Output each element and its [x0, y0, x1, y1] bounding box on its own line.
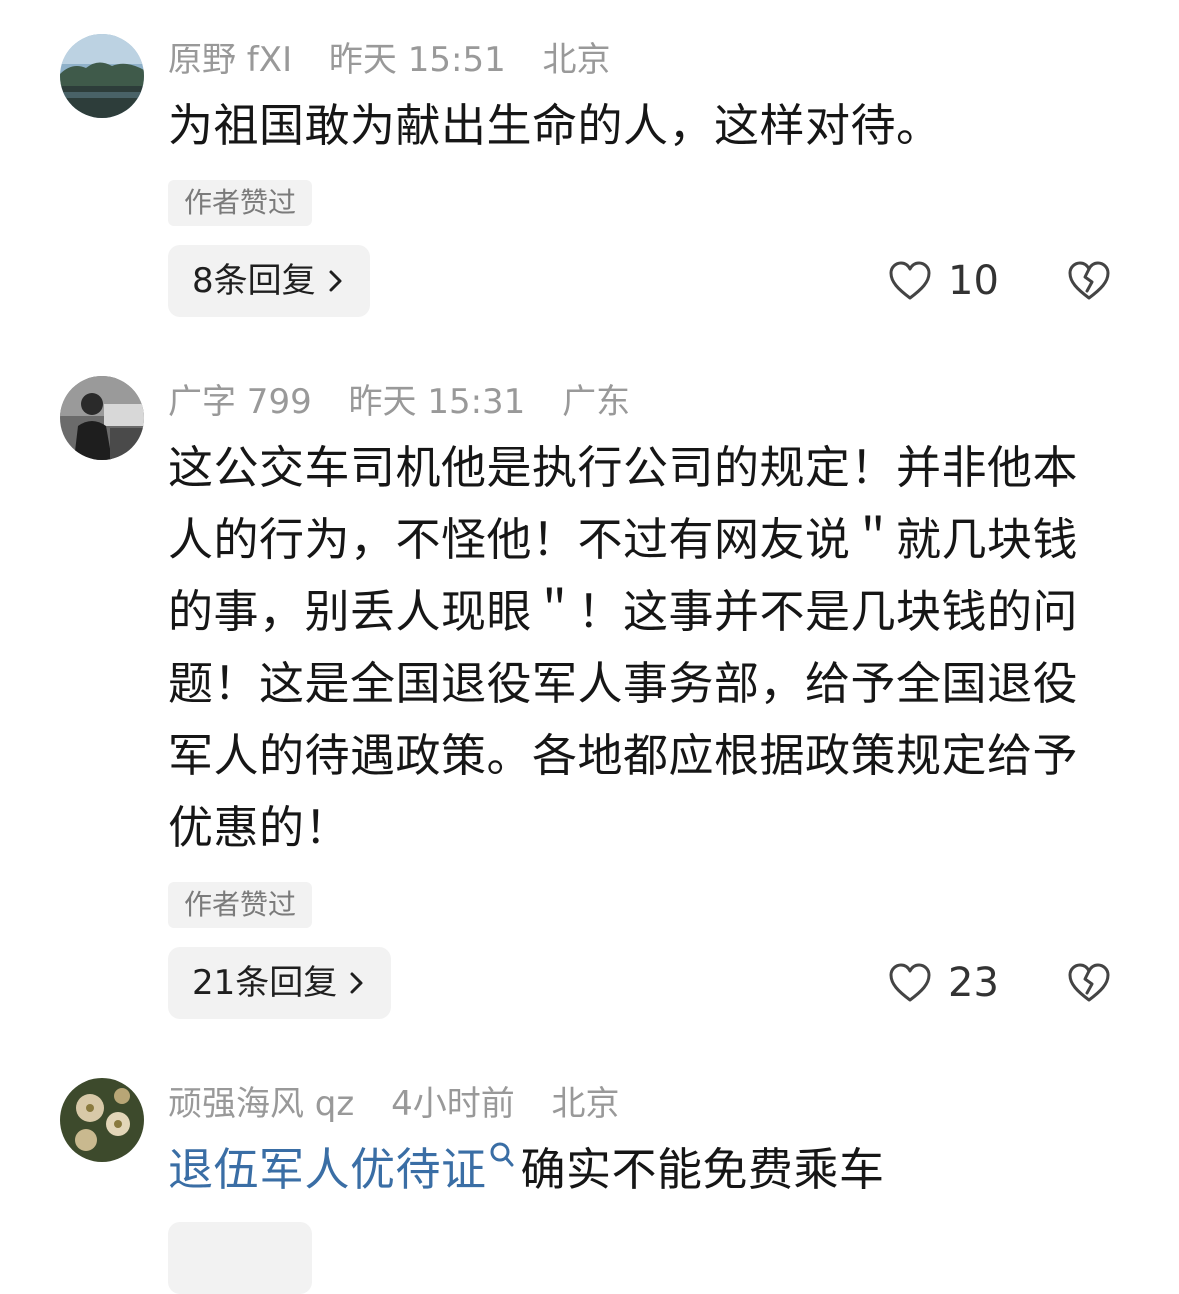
- replies-label: 21条回复: [192, 963, 338, 1003]
- like-count: 23: [948, 960, 999, 1006]
- chevron-right-icon: [329, 270, 342, 292]
- user-avatar[interactable]: [60, 1078, 144, 1162]
- author-liked-badge: 作者赞过: [168, 882, 312, 928]
- comment-location: 北京: [542, 40, 611, 80]
- comment-meta: 广字 799 昨天 15:31 广东: [168, 380, 656, 424]
- username[interactable]: 原野 fXI: [168, 40, 292, 80]
- comment-meta: 原野 fXI 昨天 15:51 北京: [168, 38, 637, 82]
- comment-time: 昨天 15:31: [348, 382, 526, 422]
- view-replies-button[interactable]: 21条回复: [168, 947, 392, 1019]
- like-button[interactable]: 23: [888, 958, 999, 1008]
- username[interactable]: 广字 799: [168, 382, 312, 422]
- comment-meta: 顽强海风 qz 4小时前 北京: [168, 1082, 646, 1126]
- comment-location: 北京: [551, 1084, 620, 1124]
- broken-heart-icon[interactable]: [1066, 960, 1112, 1006]
- heart-icon: [889, 963, 931, 1002]
- comment-location: 广东: [562, 382, 631, 422]
- comment-text: 为祖国敢为献出生命的人，这样对待。: [168, 99, 942, 152]
- chevron-right-icon: [350, 972, 363, 994]
- comment-text: 退伍军人优待证 确实不能免费乘车: [168, 1134, 1098, 1206]
- view-replies-button[interactable]: 8条回复: [168, 245, 370, 317]
- search-link[interactable]: 退伍军人优待证: [168, 1143, 487, 1196]
- like-button[interactable]: 10: [888, 256, 999, 306]
- comment-time: 4小时前: [391, 1084, 515, 1124]
- search-icon[interactable]: [489, 1141, 515, 1171]
- like-count: 10: [948, 258, 999, 304]
- comment-time: 昨天 15:51: [328, 40, 506, 80]
- user-avatar[interactable]: [60, 34, 144, 118]
- heart-icon: [889, 261, 931, 300]
- comment-text: 这公交车司机他是执行公司的规定！并非他本人的行为，不怪他！不过有网友说＂就几块钱…: [168, 441, 1079, 854]
- comment-text-rest: 确实不能免费乘车: [520, 1143, 885, 1196]
- username[interactable]: 顽强海风 qz: [168, 1084, 354, 1124]
- replies-label: 8条回复: [192, 261, 316, 301]
- author-liked-badge: 作者赞过: [168, 180, 312, 226]
- user-avatar[interactable]: [60, 376, 144, 460]
- view-replies-button[interactable]: [168, 1222, 312, 1294]
- broken-heart-icon[interactable]: [1066, 258, 1112, 304]
